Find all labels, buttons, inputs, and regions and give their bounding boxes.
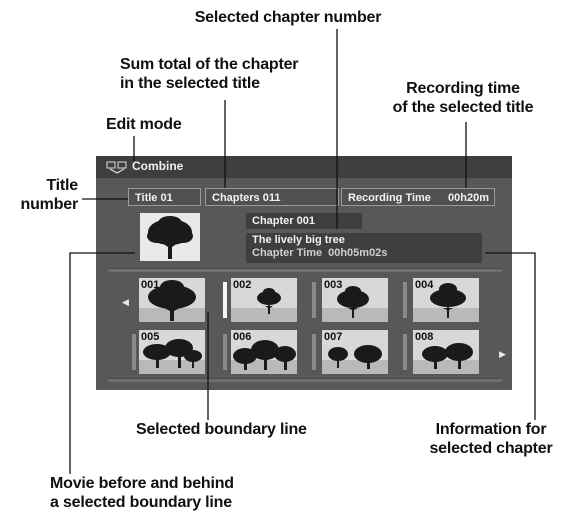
edit-mode-icon: [106, 161, 127, 174]
selected-chapter-number: Chapter 001: [246, 213, 362, 229]
lower-separator: [108, 378, 502, 382]
thumbnail-number: 007: [324, 331, 343, 343]
edit-mode-label: Combine: [132, 159, 184, 173]
boundary-line[interactable]: [403, 282, 407, 318]
chapter-thumbnail[interactable]: 006: [231, 330, 297, 374]
chapter-thumbnail[interactable]: 002: [231, 278, 297, 322]
callout-info-line1: Information for: [435, 421, 547, 438]
callout-selected-boundary-line: Selected boundary line: [136, 421, 307, 438]
callout-sum-total-chapters: Sum total of the chapter in the selected…: [120, 55, 350, 93]
callout-sum-total-line1: Sum total of the chapter: [120, 56, 299, 73]
triangle-left-icon[interactable]: ◀: [122, 298, 129, 307]
chapter-title: The lively big tree: [252, 234, 345, 246]
boundary-line[interactable]: [403, 334, 407, 370]
recording-time-value: 00h20m: [448, 192, 489, 204]
chapter-time-label: Chapter Time: [252, 247, 323, 259]
callout-title-number: Title number: [6, 176, 79, 214]
recording-time-label: Recording Time: [348, 192, 431, 204]
boundary-line[interactable]: [312, 282, 316, 318]
thumbnail-number: 004: [415, 279, 434, 291]
tree-icon: [140, 213, 200, 261]
callout-title-number-line2: number: [20, 196, 79, 213]
chapter-thumbnail[interactable]: 004: [413, 278, 479, 322]
callout-info-selected-chapter: Information for selected chapter: [416, 420, 566, 458]
thumbnail-number: 006: [233, 331, 252, 343]
recording-time-field: Recording Time 00h20m: [341, 188, 495, 206]
triangle-right-icon[interactable]: ▶: [499, 350, 506, 359]
callout-movie-line1: Movie before and behind: [50, 475, 234, 492]
edit-mode-bar: Combine: [96, 156, 512, 178]
boundary-line[interactable]: [312, 334, 316, 370]
callout-edit-mode: Edit mode: [106, 116, 182, 133]
callout-recording-time-line1: Recording time: [406, 80, 520, 97]
callout-sum-total-line2: in the selected title: [120, 75, 260, 92]
boundary-line[interactable]: [223, 334, 227, 370]
chapter-thumbnail[interactable]: 008: [413, 330, 479, 374]
chapter-thumbnail[interactable]: 003: [322, 278, 388, 322]
thumbnail-number: 005: [141, 331, 160, 343]
boundary-line[interactable]: [132, 334, 136, 370]
thumbnail-number: 002: [233, 279, 252, 291]
chapter-time-value: 00h05m02s: [328, 247, 388, 259]
chapter-info-box: The lively big tree Chapter Time 00h05m02…: [246, 233, 482, 263]
chapter-time: Chapter Time 00h05m02s: [252, 247, 482, 260]
chapter-thumbnail[interactable]: 005: [139, 330, 205, 374]
callout-title-number-line1: Title: [46, 177, 78, 194]
callout-recording-time-line2: of the selected title: [392, 99, 534, 116]
callout-movie-before-behind: Movie before and behind a selected bound…: [50, 474, 290, 512]
selected-boundary-line[interactable]: [223, 282, 227, 318]
chapter-thumbnail[interactable]: 001: [139, 278, 205, 322]
upper-separator: [108, 268, 502, 272]
thumbnail-number: 001: [141, 279, 160, 291]
chapter-edit-screen: Combine Title 01 Chapters 011 Recording …: [96, 156, 512, 390]
callout-movie-line2: a selected boundary line: [50, 494, 232, 511]
chapter-preview-image: [140, 213, 200, 261]
callout-selected-chapter-number: Selected chapter number: [194, 9, 382, 26]
callout-info-line2: selected chapter: [429, 440, 553, 457]
chapter-thumbnail[interactable]: 007: [322, 330, 388, 374]
callout-recording-time: Recording time of the selected title: [368, 79, 558, 117]
thumbnail-number: 008: [415, 331, 434, 343]
title-number-field: Title 01: [128, 188, 201, 206]
chapters-total-field: Chapters 011: [205, 188, 339, 206]
thumbnail-number: 003: [324, 279, 343, 291]
